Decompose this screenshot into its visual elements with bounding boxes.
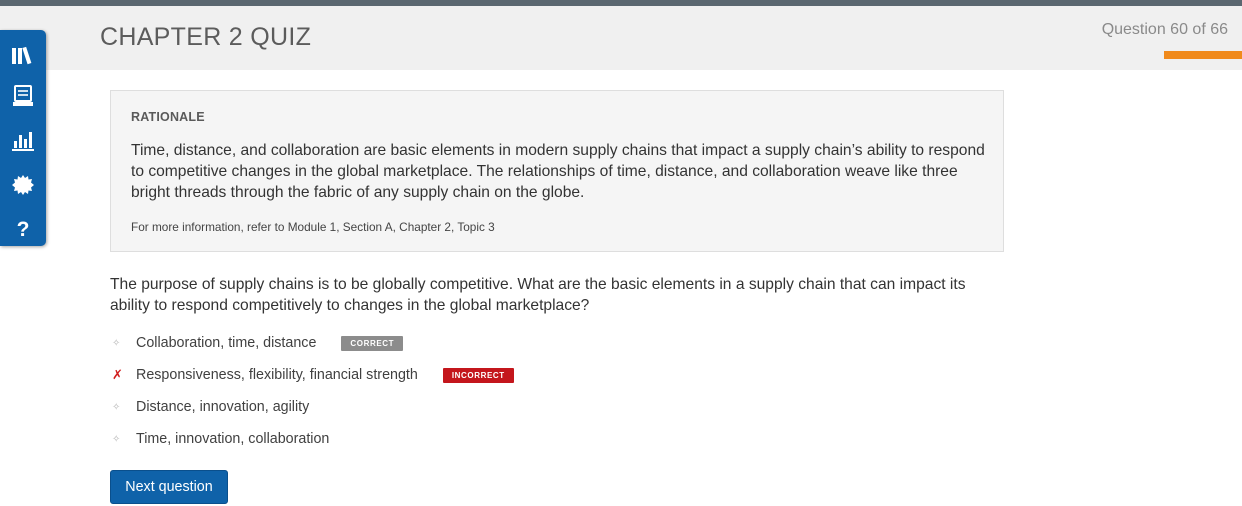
option-marker-icon: ✧ (112, 337, 121, 349)
answer-text: Distance, innovation, agility (136, 399, 310, 415)
svg-text:?: ? (17, 218, 30, 239)
library-icon[interactable] (10, 42, 36, 68)
answer-text: Time, innovation, collaboration (136, 431, 330, 447)
answer-text: Collaboration, time, distance (136, 335, 317, 351)
progress-bar (1164, 51, 1242, 59)
question-counter: Question 60 of 66 (1101, 21, 1228, 38)
incorrect-x-icon: ✗ (112, 367, 123, 382)
help-icon[interactable]: ? (10, 215, 36, 241)
notes-icon[interactable] (10, 83, 36, 109)
option-marker-icon: ✧ (112, 433, 121, 445)
rationale-text: Time, distance, and collaboration are ba… (131, 142, 985, 201)
rationale-heading: RATIONALE (131, 110, 205, 124)
answer-option[interactable]: ✧ Collaboration, time, distance CORRECT (110, 332, 610, 354)
quiz-header: CHAPTER 2 QUIZ Question 60 of 66 (0, 6, 1242, 70)
option-marker-icon: ✧ (112, 401, 121, 413)
next-question-button[interactable]: Next question (110, 470, 228, 504)
rationale-reference: For more information, refer to Module 1,… (131, 220, 495, 234)
answer-option[interactable]: ✧ Time, innovation, collaboration (110, 428, 610, 450)
answer-text: Responsiveness, flexibility, financial s… (136, 367, 418, 383)
question-text: The purpose of supply chains is to be gl… (110, 276, 966, 314)
page-title: CHAPTER 2 QUIZ (100, 23, 312, 51)
answer-option[interactable]: ✧ Distance, innovation, agility (110, 396, 610, 418)
gear-icon[interactable] (10, 172, 36, 198)
rationale-panel: RATIONALE Time, distance, and collaborat… (110, 90, 1004, 252)
bar-chart-icon[interactable] (10, 127, 36, 153)
sidebar-nav: ? (0, 30, 46, 246)
answer-option[interactable]: ✗ Responsiveness, flexibility, financial… (110, 364, 610, 386)
correct-badge: CORRECT (341, 335, 404, 351)
incorrect-badge: INCORRECT (442, 367, 514, 383)
